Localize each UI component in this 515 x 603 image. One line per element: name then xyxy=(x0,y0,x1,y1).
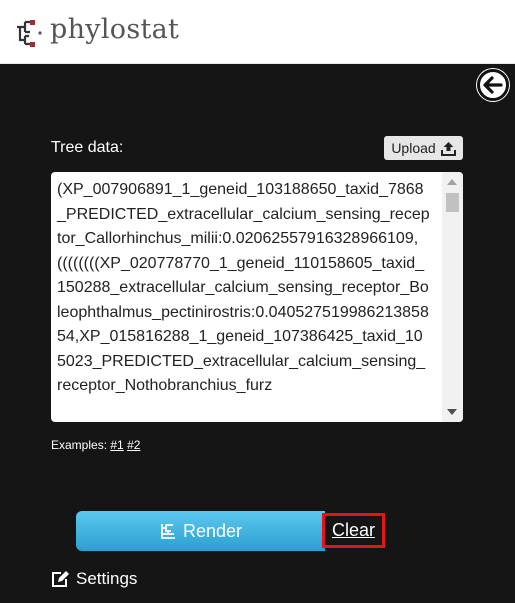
tree-icon xyxy=(161,524,175,539)
render-button[interactable]: Render xyxy=(76,511,325,551)
scrollbar-thumb[interactable] xyxy=(446,193,459,212)
tree-data-textarea[interactable]: (XP_007906891_1_geneid_103188650_taxid_7… xyxy=(51,172,463,422)
textarea-scrollbar[interactable] xyxy=(442,172,463,422)
upload-icon xyxy=(440,141,456,156)
tree-logo-icon xyxy=(17,20,42,47)
tree-data-label: Tree data: xyxy=(51,139,124,156)
app-logo-text: phylostat xyxy=(50,14,180,45)
scroll-down-icon[interactable] xyxy=(447,409,457,415)
settings-label: Settings xyxy=(76,569,138,588)
app-header: phylostat xyxy=(0,0,515,64)
upload-button[interactable]: Upload xyxy=(384,136,463,160)
examples-row: Examples: #1 #2 xyxy=(51,438,140,452)
clear-button-label: Clear xyxy=(331,520,375,540)
tree-data-text[interactable]: (XP_007906891_1_geneid_103188650_taxid_7… xyxy=(51,172,434,422)
examples-label: Examples: xyxy=(51,438,108,452)
back-button[interactable] xyxy=(476,68,510,102)
settings-button[interactable]: Settings xyxy=(51,569,137,589)
example-link-2[interactable]: #2 xyxy=(127,438,140,452)
clear-button[interactable]: Clear xyxy=(322,513,385,548)
scroll-up-icon[interactable] xyxy=(447,179,457,185)
render-button-label: Render xyxy=(182,520,243,541)
upload-button-label: Upload xyxy=(391,140,436,156)
arrow-left-circle-icon xyxy=(477,69,509,101)
edit-icon xyxy=(52,571,69,587)
example-link-1[interactable]: #1 xyxy=(110,438,123,452)
